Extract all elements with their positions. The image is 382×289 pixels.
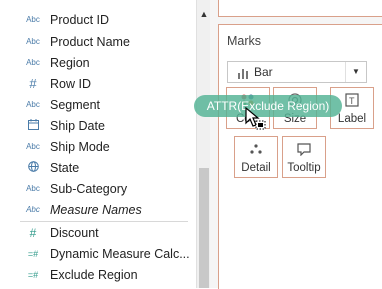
field-name: Dynamic Measure Calc... [50, 246, 190, 261]
field-item[interactable]: Abc Region [0, 52, 196, 73]
field-item[interactable]: Abc Product ID [0, 9, 196, 30]
number-type-icon: # [29, 76, 37, 91]
string-type-icon: Abc [26, 142, 40, 151]
string-type-icon: Abc [26, 100, 40, 109]
globe-icon [23, 161, 43, 174]
field-name: Measure Names [50, 202, 142, 217]
string-type-icon: Abc [26, 58, 40, 67]
marks-card: Marks Bar ▼ Co Size T Label Detail Toolt… [218, 24, 382, 289]
field-item[interactable]: Ship Date [0, 115, 196, 136]
scroll-thumb[interactable] [199, 168, 209, 288]
calculated-number-type-icon: =# [27, 269, 39, 280]
string-type-icon: Abc [26, 37, 40, 46]
svg-text:T: T [349, 96, 355, 106]
field-item[interactable]: Abc Ship Mode [0, 136, 196, 157]
field-name: Region [50, 55, 90, 70]
field-item[interactable]: # Row ID [0, 73, 196, 94]
field-item[interactable]: Abc Segment [0, 94, 196, 115]
calendar-icon [23, 119, 43, 132]
field-item[interactable]: # Discount [0, 222, 196, 243]
field-item[interactable]: =# Dynamic Measure Calc... [0, 243, 196, 264]
cards-pane: Marks Bar ▼ Co Size T Label Detail Toolt… [210, 0, 382, 289]
field-item[interactable]: Abc Product Name [0, 31, 196, 52]
field-item[interactable]: =# Exclude Region [0, 264, 196, 285]
field-name: Ship Mode [50, 139, 110, 154]
field-item[interactable]: State [0, 157, 196, 178]
tooltip-icon [283, 141, 325, 157]
marks-title: Marks [227, 34, 262, 48]
chevron-down-icon[interactable]: ▼ [345, 62, 366, 82]
field-name: Exclude Region [50, 267, 138, 282]
field-name: Discount [50, 225, 99, 240]
data-pane: Abc Product ID Abc Product Name Abc Regi… [0, 0, 196, 288]
number-type-icon: # [29, 225, 37, 240]
field-item[interactable]: Abc Measure Names [0, 199, 196, 220]
string-type-icon: Abc [26, 184, 40, 193]
detail-icon [235, 141, 277, 157]
field-name: Product ID [50, 12, 110, 27]
string-type-icon: Abc [26, 15, 40, 24]
field-name: State [50, 160, 80, 175]
bar-chart-icon [238, 66, 248, 79]
mark-type-dropdown[interactable]: Bar ▼ [227, 61, 367, 83]
dragged-field-pill[interactable]: ATTR(Exclude Region) [194, 95, 342, 117]
data-pane-scrollbar[interactable]: ▲ [196, 0, 211, 288]
detail-button[interactable]: Detail [234, 136, 278, 178]
drag-cursor-icon [245, 106, 267, 131]
field-name: Row ID [50, 76, 91, 91]
scroll-up-arrow-icon[interactable]: ▲ [197, 9, 211, 19]
field-name: Product Name [50, 34, 130, 49]
mark-type-label: Bar [254, 65, 273, 79]
string-type-icon: Abc [26, 205, 40, 214]
detail-label: Detail [241, 162, 271, 174]
field-name: Sub-Category [50, 181, 128, 196]
tooltip-button[interactable]: Tooltip [282, 136, 326, 178]
tooltip-label: Tooltip [287, 162, 321, 174]
calculated-number-type-icon: =# [27, 248, 39, 259]
field-name: Ship Date [50, 118, 105, 133]
filters-card[interactable] [218, 0, 382, 17]
field-name: Segment [50, 97, 101, 112]
field-item[interactable]: Abc Sub-Category [0, 178, 196, 199]
